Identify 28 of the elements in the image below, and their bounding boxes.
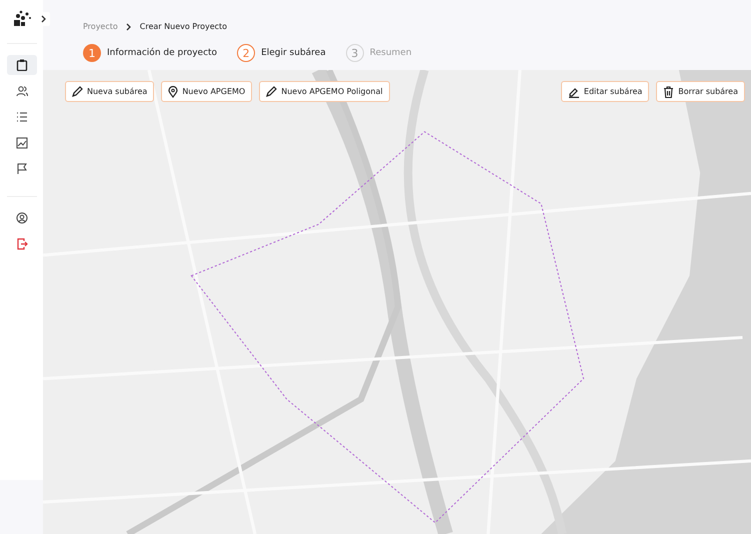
pencil-icon [266,86,278,97]
breadcrumb-current: Crear Nuevo Proyecto [140,22,228,31]
sidebar-item[interactable] [6,55,36,75]
step-label: Resumen [370,48,412,58]
chart-icon [16,137,28,149]
map-tool-button[interactable]: Nuevo APGEMO Poligonal [259,81,390,102]
map-tool-button[interactable]: Nueva subárea [65,81,154,102]
logo-icon [12,9,32,29]
pin-icon [168,86,178,98]
flag-icon [16,163,28,175]
pencil-icon [72,86,83,97]
clipboard-icon [16,59,28,71]
step-label: Elegir subárea [261,48,326,58]
step-number: 2 [237,44,256,62]
step-number: 1 [83,44,101,62]
edit-icon [568,86,580,98]
users-icon [16,85,28,97]
list-icon [16,111,28,123]
profile-icon [16,212,28,224]
map-tool-button[interactable]: Editar subárea [560,81,650,102]
step-label: Información de proyecto [107,48,218,58]
chevron-right-icon [126,22,132,30]
logout-icon [16,238,28,250]
chevron-right-icon [41,15,47,23]
step-number: 3 [346,44,364,62]
map-tool-button[interactable]: Nuevo APGEMO [161,81,252,102]
map-tool-button[interactable]: Borrar subárea [656,81,745,102]
trash-icon [663,86,674,98]
